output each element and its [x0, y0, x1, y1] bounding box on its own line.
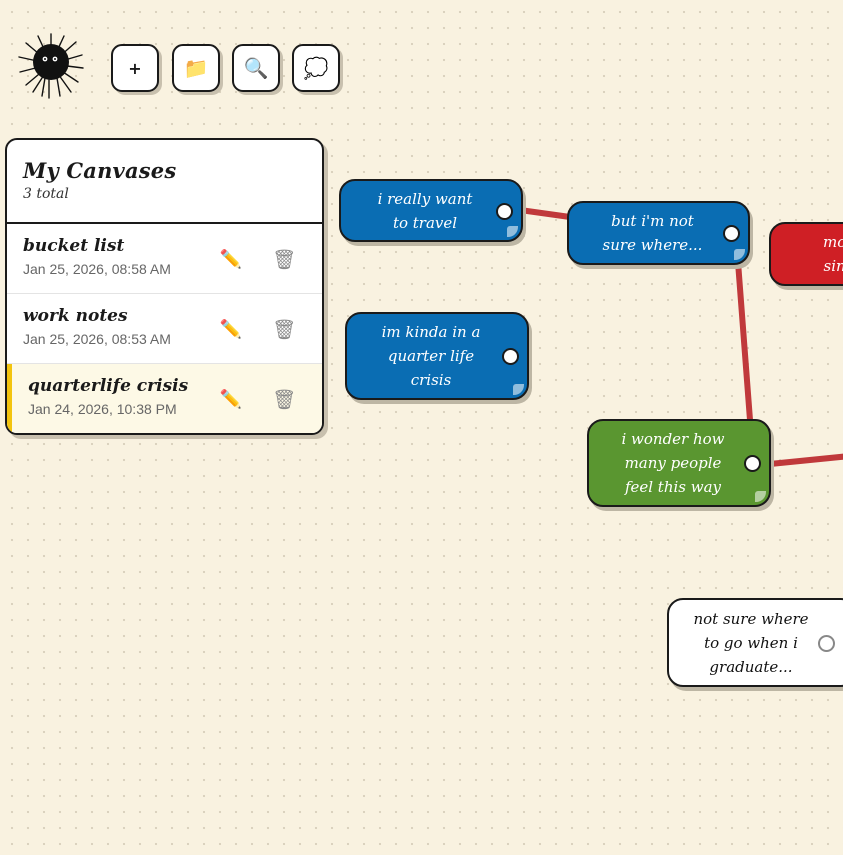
search-icon: 🔍: [243, 56, 269, 80]
canvas-name: work notes: [23, 306, 128, 326]
note-text: but i'm not sure where...: [602, 212, 703, 254]
note-text: not sure where to go when i graduate...: [693, 609, 809, 676]
canvas-item-work-notes[interactable]: work notes Jan 25, 2026, 08:53 AM ✏️ 🗑: [7, 294, 322, 364]
note-text: mo sin: [823, 233, 843, 275]
delete-button[interactable]: 🗑: [271, 386, 297, 412]
resize-handle[interactable]: [507, 226, 518, 237]
open-canvases-button[interactable]: 📁: [172, 44, 220, 92]
thought-button[interactable]: 💭: [292, 44, 340, 92]
panel-header: My Canvases 3 total: [7, 140, 322, 224]
canvas-item-quarterlife-crisis[interactable]: quarterlife crisis Jan 24, 2026, 10:38 P…: [7, 364, 322, 433]
connector-wonder-to-offscreen: [767, 453, 843, 467]
note-wonder-how-many[interactable]: i wonder how many people feel this way: [587, 419, 771, 507]
connect-handle[interactable]: [818, 634, 835, 652]
search-button[interactable]: 🔍: [232, 44, 280, 92]
trash-icon: 🗑: [271, 318, 297, 341]
resize-handle[interactable]: [513, 384, 524, 395]
canvas-count: 3 total: [23, 186, 69, 202]
note-text: i wonder how many people feel this way: [621, 430, 725, 496]
connect-handle[interactable]: [744, 455, 761, 472]
edit-button[interactable]: ✏️: [218, 316, 244, 342]
folder-icon: 📁: [183, 56, 209, 80]
canvas-date: Jan 25, 2026, 08:53 AM: [23, 331, 171, 347]
pencil-icon: ✏️: [219, 388, 243, 410]
panel-title: My Canvases: [23, 158, 177, 183]
edit-button[interactable]: ✏️: [218, 386, 244, 412]
canvas-date: Jan 24, 2026, 10:38 PM: [28, 401, 177, 417]
connect-handle[interactable]: [723, 225, 740, 242]
thought-bubble-icon: 💭: [303, 56, 329, 80]
note-graduate[interactable]: not sure where to go when i graduate...: [667, 598, 843, 687]
connector-where-to-wonder: [735, 259, 753, 423]
soot-sprite-logo: [18, 33, 84, 99]
canvases-panel: My Canvases 3 total bucket list Jan 25, …: [5, 138, 324, 435]
resize-handle[interactable]: [755, 491, 766, 502]
note-not-sure-where[interactable]: but i'm not sure where...: [567, 201, 750, 265]
note-offscreen-red[interactable]: mo sin: [769, 222, 843, 286]
connector-travel-to-where: [517, 207, 573, 220]
connect-handle[interactable]: [496, 202, 513, 220]
new-canvas-button[interactable]: +: [111, 44, 159, 92]
canvas-date: Jan 25, 2026, 08:58 AM: [23, 261, 171, 277]
note-text: im kinda in a quarter life crisis: [381, 323, 481, 389]
pencil-icon: ✏️: [219, 318, 243, 340]
canvas-name: quarterlife crisis: [28, 376, 189, 396]
canvas-item-bucket-list[interactable]: bucket list Jan 25, 2026, 08:58 AM ✏️ 🗑: [7, 224, 322, 294]
pencil-icon: ✏️: [219, 248, 243, 270]
connect-handle[interactable]: [502, 348, 519, 365]
plus-icon: +: [128, 58, 142, 78]
delete-button[interactable]: 🗑: [271, 246, 297, 272]
delete-button[interactable]: 🗑: [271, 316, 297, 342]
resize-handle[interactable]: [734, 249, 745, 260]
note-travel[interactable]: i really want to travel: [339, 179, 523, 242]
trash-icon: 🗑: [271, 248, 297, 271]
note-quarter-life-crisis[interactable]: im kinda in a quarter life crisis: [345, 312, 529, 400]
canvas-name: bucket list: [23, 236, 125, 256]
trash-icon: 🗑: [271, 388, 297, 411]
note-text: i really want to travel: [377, 189, 473, 232]
edit-button[interactable]: ✏️: [218, 246, 244, 272]
